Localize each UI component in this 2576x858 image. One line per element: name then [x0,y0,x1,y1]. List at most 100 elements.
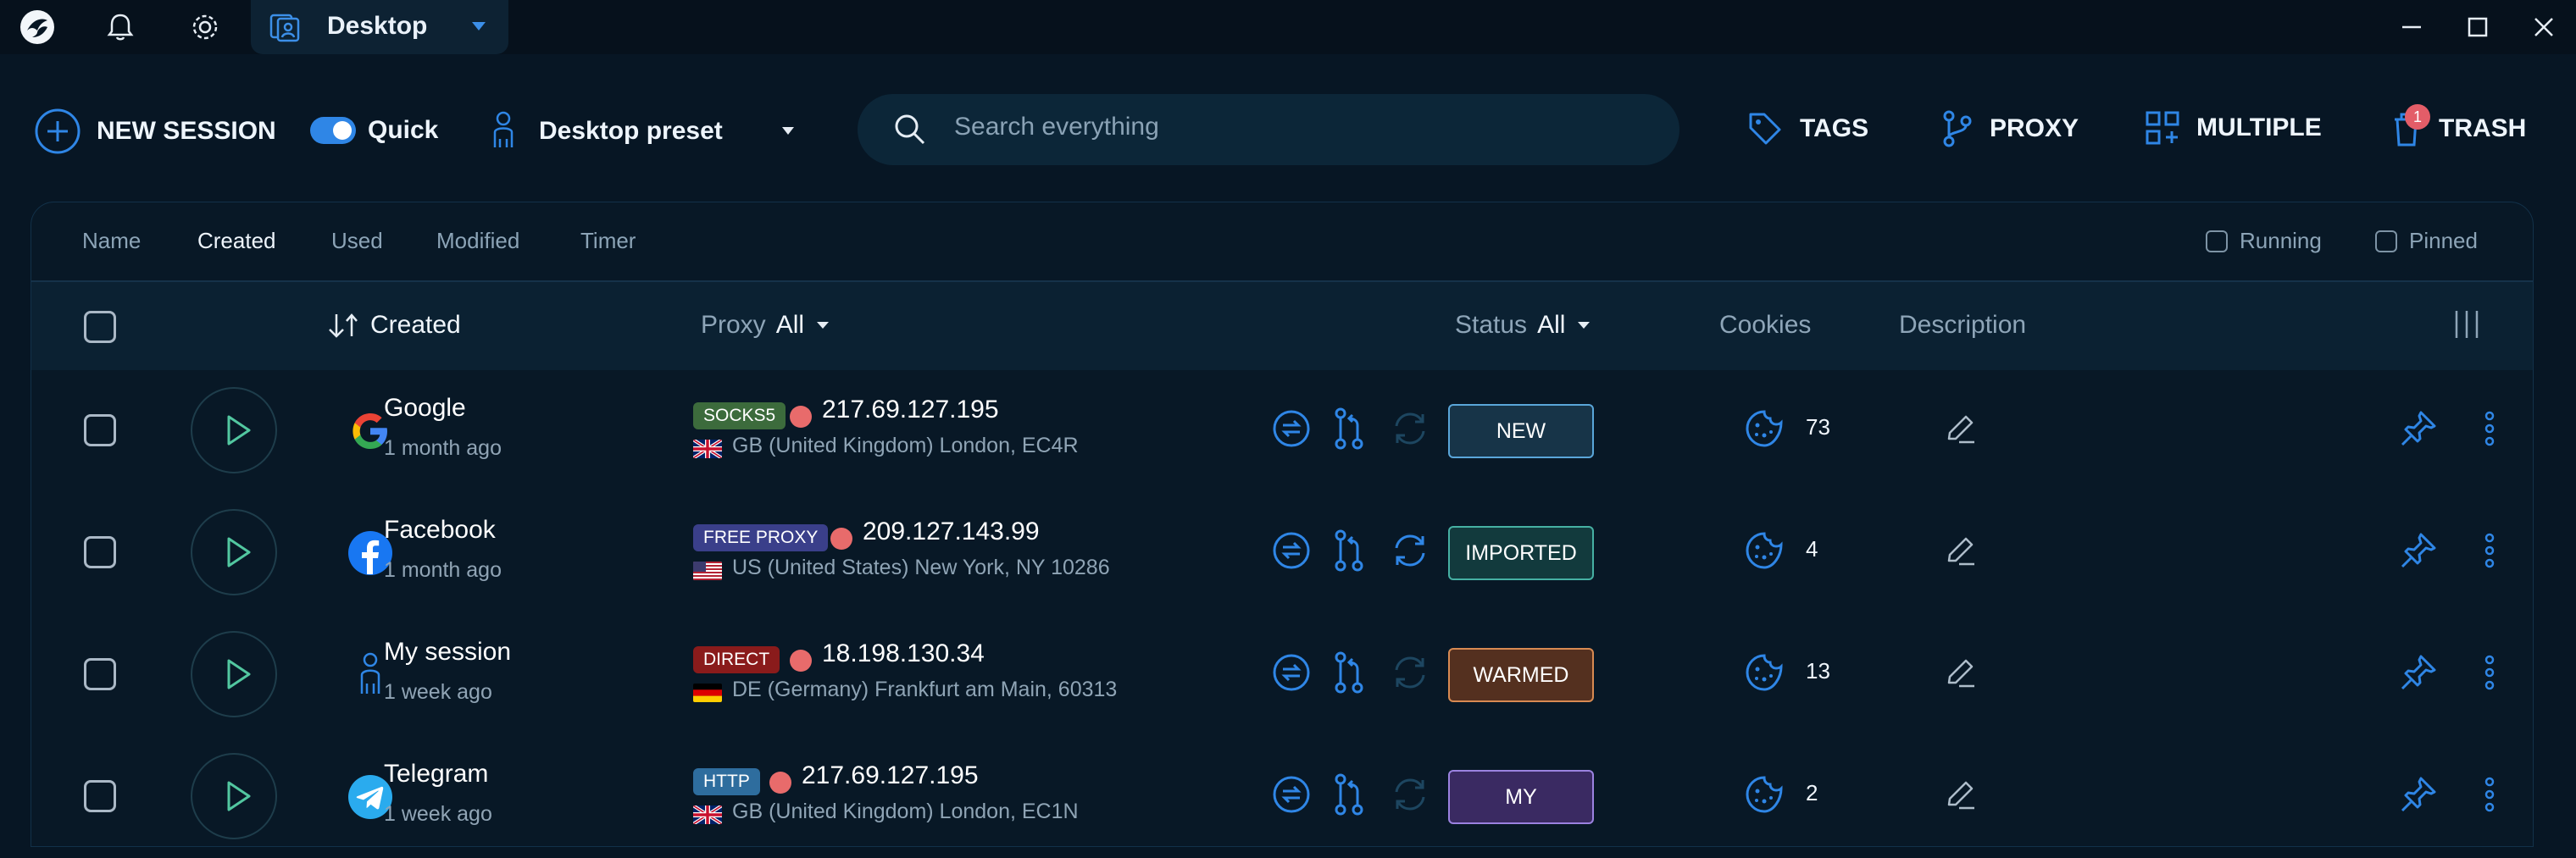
proxy-branch-icon[interactable] [1328,407,1370,450]
play-button[interactable] [191,753,277,839]
edit-description-icon[interactable] [1940,407,1982,450]
proxy-location: US (United States) New York, NY 10286 [732,556,1110,579]
session-name[interactable]: Facebook [384,516,496,545]
edit-description-icon[interactable] [1940,773,1982,816]
refresh-icon[interactable] [1389,407,1431,450]
play-button[interactable] [191,631,277,717]
cookie-icon[interactable] [1743,529,1785,572]
proxy-branch-icon[interactable] [1328,529,1370,572]
minimize-icon[interactable] [2391,7,2432,47]
proxy-button[interactable]: PROXY [1940,109,2079,148]
select-all-checkbox[interactable] [84,311,116,343]
row-checkbox[interactable] [84,658,116,690]
play-icon [217,655,256,694]
status-badge[interactable]: MY [1448,770,1594,824]
change-ip-icon[interactable] [1270,407,1313,450]
more-options-icon[interactable] [2468,407,2511,450]
table-row[interactable]: Telegram 1 week ago HTTP 217.69.127.195 … [31,736,2533,858]
sort-tab-created[interactable]: Created [197,228,276,254]
session-name[interactable]: Telegram [384,760,488,789]
more-options-icon[interactable] [2468,651,2511,694]
trash-button[interactable]: 1 TRASH [2390,104,2526,148]
proxy-ip: 18.198.130.34 [822,639,985,667]
status-column-header[interactable]: Status All [1455,311,1592,340]
table-row[interactable]: Facebook 1 month ago FREE PROXY 209.127.… [31,492,2533,614]
proxy-status-dot [790,406,812,428]
sessions-panel: Name Created Used Modified Timer Running… [31,202,2534,847]
pin-icon[interactable] [2397,773,2440,816]
pin-icon[interactable] [2397,407,2440,450]
edit-description-icon[interactable] [1940,529,1982,572]
more-options-icon[interactable] [2468,529,2511,572]
play-button[interactable] [191,387,277,473]
change-ip-icon[interactable] [1270,529,1313,572]
proxy-column-header[interactable]: Proxy All [701,311,831,340]
change-ip-icon[interactable] [1270,651,1313,694]
quick-switch[interactable] [310,117,356,144]
search-icon [895,114,925,145]
app-logo-icon[interactable] [17,7,58,47]
settings-gear-icon[interactable] [185,7,225,47]
cookies-count: 13 [1806,658,1830,684]
pinned-label: Pinned [2409,228,2478,253]
session-name[interactable]: My session [384,638,511,667]
session-created: 1 week ago [384,802,492,826]
proxy-ip: 217.69.127.195 [822,396,999,423]
sort-tab-used[interactable]: Used [331,228,383,254]
running-filter[interactable]: Running [2206,228,2322,254]
tab-title: Desktop [327,12,428,40]
status-badge[interactable]: IMPORTED [1448,526,1594,580]
sort-tab-timer[interactable]: Timer [580,228,636,254]
refresh-icon[interactable] [1389,651,1431,694]
status-filter-value[interactable]: All [1537,311,1565,340]
sort-tab-name[interactable]: Name [82,228,141,254]
play-button[interactable] [191,509,277,595]
chevron-down-icon [1578,322,1591,329]
search-input[interactable]: Search everything [954,113,1159,141]
cookie-icon[interactable] [1743,773,1785,816]
quick-toggle[interactable]: Quick [310,116,438,145]
close-icon[interactable] [2523,7,2564,47]
created-column-header[interactable]: Created [326,311,461,340]
notifications-bell-icon[interactable] [100,7,141,47]
pinned-filter[interactable]: Pinned [2375,228,2478,254]
edit-description-icon[interactable] [1940,651,1982,694]
cookie-icon[interactable] [1743,651,1785,694]
refresh-icon[interactable] [1389,773,1431,816]
tab-desktop[interactable]: Desktop [251,0,508,54]
tab-dropdown-chevron-icon[interactable] [469,19,488,38]
cookie-icon[interactable] [1743,407,1785,450]
pin-icon[interactable] [2397,529,2440,572]
search-bar[interactable]: Search everything [858,94,1679,165]
new-session-button[interactable]: NEW SESSION [34,108,276,155]
description-column-header: Description [1899,311,2026,340]
table-row[interactable]: My session 1 week ago DIRECT 18.198.130.… [31,614,2533,736]
proxy-branch-icon[interactable] [1328,651,1370,694]
multiple-button[interactable]: MULTIPLE [2144,109,2322,147]
proxy-label: PROXY [1990,114,2079,142]
status-badge[interactable]: WARMED [1448,648,1594,702]
tags-button[interactable]: TAGS [1746,109,1868,148]
trash-count-badge: 1 [2405,104,2430,130]
running-checkbox[interactable] [2206,230,2228,252]
row-checkbox[interactable] [84,536,116,568]
proxy-branch-icon[interactable] [1328,773,1370,816]
table-row[interactable]: Google 1 month ago SOCKS5 217.69.127.195… [31,370,2533,492]
refresh-icon[interactable] [1389,529,1431,572]
change-ip-icon[interactable] [1270,773,1313,816]
proxy-filter-value[interactable]: All [776,311,804,340]
columns-settings-icon[interactable] [2451,307,2482,341]
preset-label: Desktop preset [539,117,723,145]
pin-icon[interactable] [2397,651,2440,694]
maximize-icon[interactable] [2457,7,2498,47]
sort-tab-modified[interactable]: Modified [436,228,519,254]
more-options-icon[interactable] [2468,773,2511,816]
preset-selector[interactable]: Desktop preset [488,110,797,152]
session-name[interactable]: Google [384,394,466,423]
pinned-checkbox[interactable] [2375,230,2397,252]
status-badge[interactable]: NEW [1448,404,1594,458]
row-checkbox[interactable] [84,414,116,446]
row-checkbox[interactable] [84,780,116,812]
play-icon [217,411,256,450]
description-header-label: Description [1899,311,2027,339]
